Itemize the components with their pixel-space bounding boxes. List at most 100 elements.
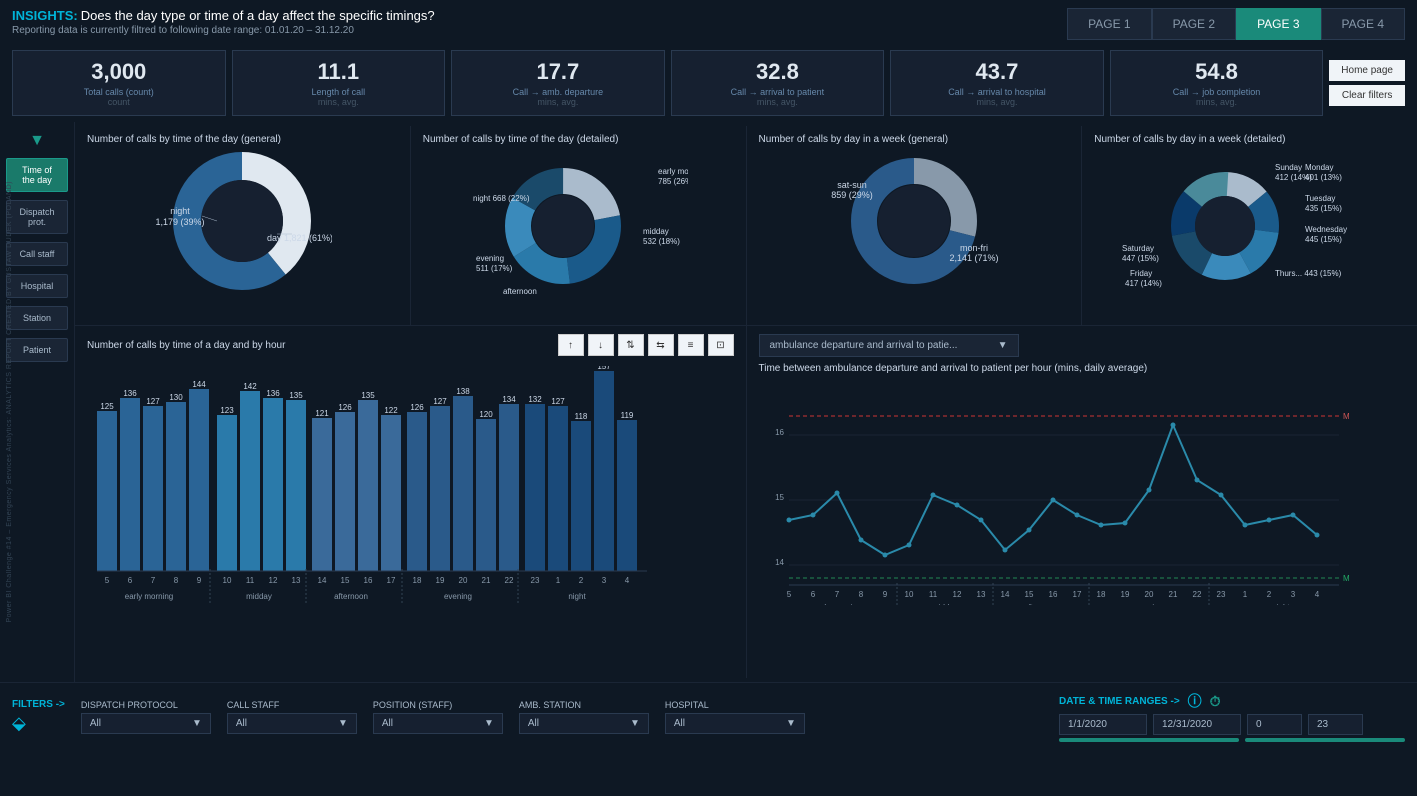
ctrl-expand[interactable]: ⊡ xyxy=(708,334,734,356)
sidebar-arrow-icon: ▼ xyxy=(29,132,45,150)
svg-text:15: 15 xyxy=(1024,590,1033,599)
svg-text:859 (29%): 859 (29%) xyxy=(831,190,873,200)
clock-icon[interactable]: ⏱ xyxy=(1210,693,1221,710)
svg-text:5: 5 xyxy=(786,590,791,599)
bar-chart-svg: 125 136 127 130 144 123 142 136 135 121 … xyxy=(87,366,677,621)
svg-text:130: 130 xyxy=(169,393,183,402)
chart-week-detailed: Number of calls by day in a week (detail… xyxy=(1082,126,1417,325)
svg-text:135: 135 xyxy=(361,391,375,400)
amb-station-chevron-icon: ▼ xyxy=(630,718,640,729)
metric-job-completion: 54.8 Call → job completion mins, avg. xyxy=(1110,50,1324,116)
amb-station-section: AMB. STATION All ▼ xyxy=(519,700,649,734)
insights-prefix: INSIGHTS: xyxy=(12,8,78,23)
svg-text:17: 17 xyxy=(1072,590,1081,599)
home-page-button[interactable]: Home page xyxy=(1329,60,1405,81)
ctrl-up[interactable]: ↑ xyxy=(558,334,584,356)
hospital-select[interactable]: All ▼ xyxy=(665,713,805,734)
line-chart-dropdown[interactable]: ambulance departure and arrival to patie… xyxy=(759,334,1019,357)
svg-text:121: 121 xyxy=(315,409,329,418)
filter-funnel-icon[interactable]: ⬙ xyxy=(12,713,65,734)
svg-text:14: 14 xyxy=(775,558,784,567)
bar-17 xyxy=(499,404,519,571)
svg-text:15: 15 xyxy=(775,493,784,502)
svg-text:19: 19 xyxy=(1120,590,1129,599)
main-content: ▼ Time of the day Dispatch prot. Call st… xyxy=(0,122,1417,682)
ctrl-down[interactable]: ↓ xyxy=(588,334,614,356)
dispatch-protocol-section: DISPATCH PROTOCOL All ▼ xyxy=(81,700,211,734)
position-staff-section: POSITION (STAFF) All ▼ xyxy=(373,700,503,734)
call-staff-chevron-icon: ▼ xyxy=(338,718,348,729)
sidebar: ▼ Time of the day Dispatch prot. Call st… xyxy=(0,122,75,682)
metric-label-4: Call → arrival to hospital xyxy=(903,87,1091,97)
start-time-input[interactable] xyxy=(1247,714,1302,735)
metric-value-2: 17.7 xyxy=(464,59,652,85)
tab-page4[interactable]: PAGE 4 xyxy=(1321,8,1405,40)
donut-0: night 1,179 (39%) day 1,821 (61%) xyxy=(87,151,398,291)
svg-text:16: 16 xyxy=(1048,590,1057,599)
end-time-input[interactable] xyxy=(1308,714,1363,735)
svg-text:8: 8 xyxy=(174,576,179,585)
metric-arrival-hospital: 43.7 Call → arrival to hospital mins, av… xyxy=(890,50,1104,116)
date-inputs xyxy=(1059,714,1405,735)
info-icon[interactable]: ⓘ xyxy=(1188,691,1202,711)
date-time-label: DATE & TIME RANGES -> xyxy=(1059,696,1180,707)
svg-text:20: 20 xyxy=(459,576,468,585)
chart-week-general: Number of calls by day in a week (genera… xyxy=(747,126,1083,325)
svg-text:134: 134 xyxy=(502,395,516,404)
metric-sub-2: mins, avg. xyxy=(464,97,652,107)
tab-page3[interactable]: PAGE 3 xyxy=(1236,8,1320,40)
clear-filters-button[interactable]: Clear filters xyxy=(1329,85,1405,106)
date-range-slider[interactable] xyxy=(1059,738,1239,742)
end-date-input[interactable] xyxy=(1153,714,1241,735)
metric-value-0: 3,000 xyxy=(25,59,213,85)
bar-7 xyxy=(263,398,283,571)
svg-text:120: 120 xyxy=(479,410,493,419)
top-header: INSIGHTS: Does the day type or time of a… xyxy=(0,0,1417,44)
ctrl-menu[interactable]: ≡ xyxy=(678,334,704,356)
svg-text:8: 8 xyxy=(858,590,863,599)
svg-text:118: 118 xyxy=(575,412,588,421)
bar-19 xyxy=(548,406,568,571)
position-staff-select[interactable]: All ▼ xyxy=(373,713,503,734)
dispatch-protocol-select[interactable]: All ▼ xyxy=(81,713,211,734)
position-staff-chevron-icon: ▼ xyxy=(484,718,494,729)
svg-text:1,179 (39%): 1,179 (39%) xyxy=(156,217,205,227)
tab-page2[interactable]: PAGE 2 xyxy=(1152,8,1236,40)
metric-sub-5: mins, avg. xyxy=(1123,97,1311,107)
metric-label-3: Call → arrival to patient xyxy=(684,87,872,97)
donut-1: early morning 785 (26%) midday 532 (18%)… xyxy=(423,151,734,291)
dispatch-protocol-label: DISPATCH PROTOCOL xyxy=(81,700,211,710)
line-chart-panel: ambulance departure and arrival to patie… xyxy=(747,326,1417,678)
page-tabs: PAGE 1 PAGE 2 PAGE 3 PAGE 4 xyxy=(1067,8,1405,40)
svg-text:mon-fri: mon-fri xyxy=(960,243,988,253)
svg-text:2: 2 xyxy=(579,576,584,585)
metric-label-0: Total calls (count) xyxy=(25,87,213,97)
metric-amb-departure: 17.7 Call → amb. departure mins, avg. xyxy=(451,50,665,116)
bar-6 xyxy=(240,391,260,571)
charts-bottom-row: Number of calls by time of a day and by … xyxy=(75,326,1417,678)
time-range-slider[interactable] xyxy=(1245,738,1405,742)
svg-text:127: 127 xyxy=(551,397,565,406)
svg-text:23: 23 xyxy=(531,576,540,585)
svg-text:5: 5 xyxy=(105,576,110,585)
svg-text:17: 17 xyxy=(387,576,396,585)
charts-top-row: Number of calls by time of the day (gene… xyxy=(75,126,1417,326)
bar-10 xyxy=(335,412,355,571)
ctrl-swap[interactable]: ⇆ xyxy=(648,334,674,356)
call-staff-select[interactable]: All ▼ xyxy=(227,713,357,734)
svg-text:16: 16 xyxy=(775,428,784,437)
metric-total-calls: 3,000 Total calls (count) count xyxy=(12,50,226,116)
svg-text:13: 13 xyxy=(292,576,301,585)
position-staff-label: POSITION (STAFF) xyxy=(373,700,503,710)
tab-page1[interactable]: PAGE 1 xyxy=(1067,8,1151,40)
svg-text:18: 18 xyxy=(1096,590,1105,599)
amb-station-select[interactable]: All ▼ xyxy=(519,713,649,734)
svg-text:10: 10 xyxy=(904,590,913,599)
svg-text:127: 127 xyxy=(433,397,447,406)
line-chart-svg: 14 15 16 Max: 16.3 Min: 13.9 xyxy=(759,380,1349,605)
start-date-input[interactable] xyxy=(1059,714,1147,735)
svg-text:7: 7 xyxy=(834,590,839,599)
ctrl-updown[interactable]: ⇅ xyxy=(618,334,644,356)
metrics-row: 3,000 Total calls (count) count 11.1 Len… xyxy=(0,44,1417,122)
svg-text:511 (17%): 511 (17%) xyxy=(476,264,513,273)
